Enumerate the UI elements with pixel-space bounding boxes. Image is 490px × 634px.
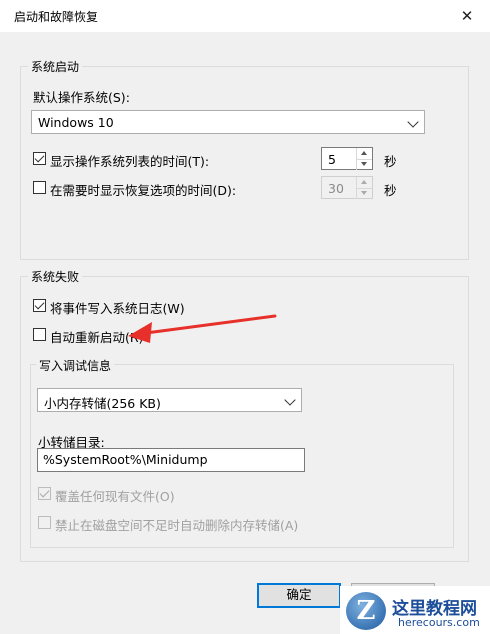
watermark-logo-letter: Z: [356, 596, 376, 626]
watermark-url: herecours.com: [398, 616, 480, 629]
annotation-arrow-icon: [128, 314, 277, 343]
